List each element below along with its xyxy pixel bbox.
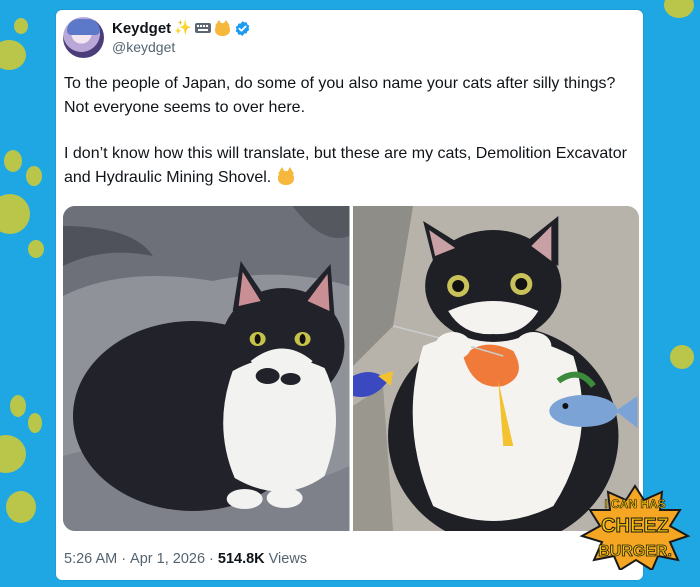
display-name[interactable]: Keydget (112, 20, 171, 37)
user-handle[interactable]: @keydget (112, 39, 175, 55)
meta-separator: · (121, 551, 127, 567)
views-count: 514.8K (217, 551, 265, 567)
icanhascheezburger-logo: I CAN HAS CHEEZ BURGER. (574, 484, 696, 572)
avatar[interactable] (63, 17, 104, 58)
tweet-paragraph: To the people of Japan, do some of you a… (64, 75, 616, 116)
tweet-time[interactable]: 5:26 AM (64, 551, 117, 567)
logo-line3: BURGER. (598, 543, 672, 560)
tweet-text: To the people of Japan, do some of you a… (64, 72, 634, 189)
author-name-row: Keydget ✨ (112, 19, 251, 37)
sparkles-icon: ✨ (174, 20, 192, 36)
paw-print-decoration (664, 335, 700, 395)
cat-face-icon (276, 166, 296, 185)
paw-print-decoration (0, 395, 46, 525)
tweet-paragraph: I don’t know how this will translate, bu… (64, 142, 634, 189)
tweet-paragraph-text: I don’t know how this will translate, bu… (64, 145, 627, 186)
views-label: Views (268, 551, 308, 567)
tweet-photo[interactable] (352, 206, 639, 531)
paw-print-decoration (0, 150, 50, 260)
logo-line2: CHEEZ (601, 515, 669, 537)
paw-print-decoration (0, 18, 32, 78)
tweet-meta: 5:26 AM · Apr 1, 2026 · 514.8K Views (64, 551, 307, 567)
verified-badge-icon (235, 20, 249, 36)
logo-line1: I CAN HAS (604, 497, 665, 511)
tweet-card: Keydget ✨ @keydget To the people of Japa… (56, 10, 643, 580)
tweet-photo[interactable] (63, 206, 350, 531)
photo-grid (63, 206, 639, 531)
cat-face-icon (214, 20, 231, 36)
tweet-date[interactable]: Apr 1, 2026 (130, 551, 205, 567)
paw-print-decoration (650, 0, 700, 40)
meta-separator: · (209, 551, 214, 567)
keyboard-icon (194, 23, 211, 33)
